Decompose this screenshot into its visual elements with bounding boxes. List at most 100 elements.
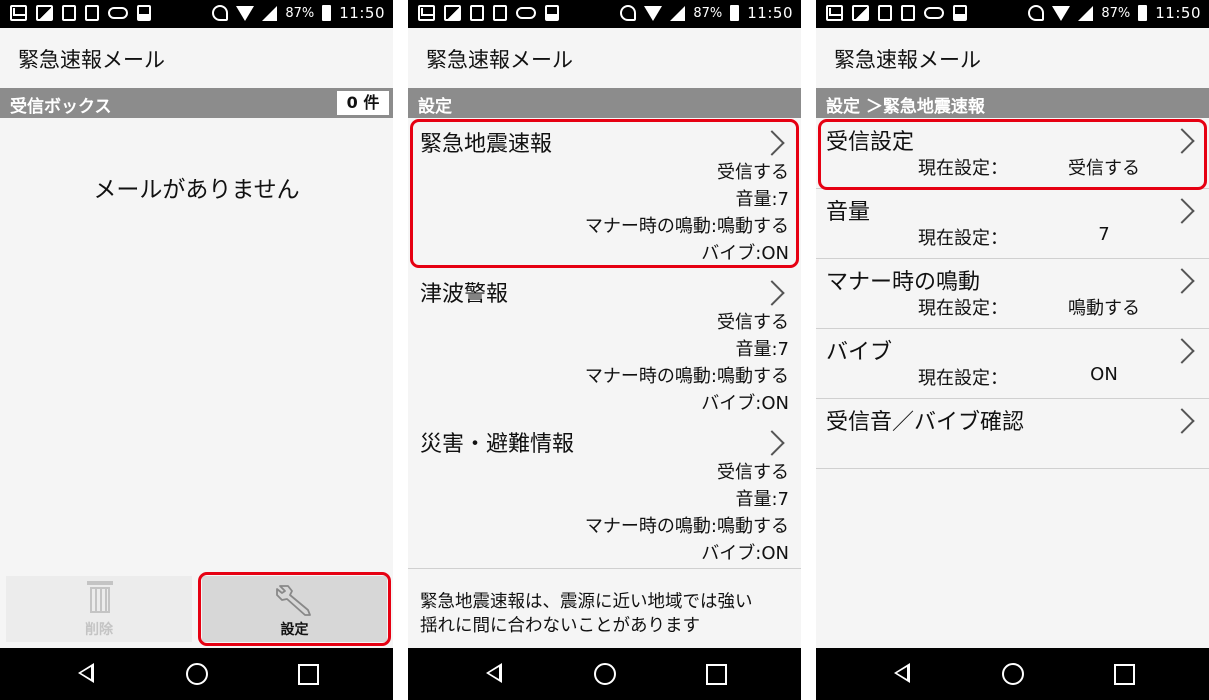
settings-header: 設定 [408, 88, 801, 118]
signal-icon [1078, 5, 1094, 21]
document-icon [470, 5, 484, 21]
receive-status: 受信する [717, 462, 789, 483]
nfc-icon [212, 5, 229, 21]
battery-percent: 87% [285, 5, 315, 21]
image-icon [36, 5, 53, 21]
setting-manner[interactable]: マナー時の鳴動 現在設定： 鳴動する [816, 258, 1209, 329]
volume-status: 音量:7 [735, 339, 789, 360]
document-icon [878, 5, 892, 21]
setting-title: マナー時の鳴動 [826, 270, 981, 295]
back-icon[interactable] [894, 663, 910, 683]
highlight-receive-setting [818, 119, 1207, 190]
screen-earthquake-settings: 87% 11:50 緊急速報メール 設定 ＞緊急地震速報 受信設定 現在設定： … [816, 0, 1209, 700]
breadcrumb-label: 設定 ＞緊急地震速報 [826, 97, 985, 117]
battery-icon [322, 5, 332, 21]
back-icon[interactable] [486, 663, 502, 683]
wifi-icon [1052, 5, 1071, 21]
volume-status: 音量:7 [735, 489, 789, 510]
voicemail-icon [108, 7, 128, 19]
delete-button-label: 削除 [85, 622, 113, 638]
home-icon[interactable] [594, 663, 616, 685]
download-icon [545, 5, 559, 21]
status-bar: 87% 11:50 [816, 0, 1209, 28]
highlight-settings-button [198, 572, 391, 646]
app-bar: 緊急速報メール [0, 28, 393, 88]
clock: 11:50 [339, 4, 385, 22]
chevron-right-icon [759, 280, 785, 306]
current-setting-label: 現在設定： [918, 298, 1008, 319]
setting-vibe[interactable]: バイブ 現在設定： ON [816, 328, 1209, 399]
voicemail-icon [516, 7, 536, 19]
status-bar: 87% 11:50 [408, 0, 801, 28]
clock: 11:50 [1155, 4, 1201, 22]
home-icon[interactable] [186, 663, 208, 685]
inbox-header-label: 受信ボックス [10, 97, 112, 117]
nfc-icon [1028, 5, 1045, 21]
current-setting-label: 現在設定： [918, 228, 1008, 249]
app-title: 緊急速報メール [426, 48, 573, 72]
app-bar: 緊急速報メール [816, 28, 1209, 88]
wifi-icon [236, 5, 255, 21]
empty-message: メールがありません [93, 177, 300, 203]
current-setting-label: 現在設定： [918, 368, 1008, 389]
voicemail-icon [924, 7, 944, 19]
app-title: 緊急速報メール [834, 48, 981, 72]
sim-icon [493, 5, 507, 21]
vibe-status: バイブ:ON [701, 543, 789, 564]
inbox-header: 受信ボックス 0 件 [0, 88, 393, 118]
setting-volume[interactable]: 音量 現在設定： 7 [816, 188, 1209, 259]
note-line-1: 緊急地震速報は、震源に近い地域では強い [420, 592, 753, 612]
download-icon [137, 5, 151, 21]
breadcrumb: 設定 ＞緊急地震速報 [816, 88, 1209, 118]
chevron-right-icon [1169, 268, 1195, 294]
setting-title: 受信音／バイブ確認 [826, 410, 1025, 435]
app-bar: 緊急速報メール [408, 28, 801, 88]
home-icon[interactable] [1002, 663, 1024, 685]
navigation-bar [0, 648, 393, 700]
setting-title: 音量 [826, 200, 871, 225]
wifi-icon [644, 5, 663, 21]
nfc-icon [620, 5, 637, 21]
signal-icon [670, 5, 686, 21]
image-icon [852, 5, 869, 21]
screen-inbox: 87% 11:50 緊急速報メール 受信ボックス 0 件 メールがありません 削… [0, 0, 393, 700]
gmail-icon [826, 5, 843, 21]
highlight-earthquake-item [410, 119, 799, 268]
recent-apps-icon[interactable] [1114, 664, 1135, 685]
earthquake-note: 緊急地震速報は、震源に近い地域では強い 揺れに間に合わないことがあります [420, 590, 795, 638]
receive-status: 受信する [717, 312, 789, 333]
gmail-icon [10, 5, 27, 21]
setting-item-disaster[interactable]: 災害・避難情報 受信する 音量:7 マナー時の鳴動:鳴動する バイブ:ON [408, 418, 801, 569]
current-setting-value: ON [1090, 364, 1118, 385]
trash-icon [87, 581, 113, 613]
battery-percent: 87% [1101, 5, 1131, 21]
settings-header-label: 設定 [418, 97, 452, 117]
clock: 11:50 [747, 4, 793, 22]
recent-apps-icon[interactable] [298, 664, 319, 685]
status-bar: 87% 11:50 [0, 0, 393, 28]
setting-item-tsunami[interactable]: 津波警報 受信する 音量:7 マナー時の鳴動:鳴動する バイブ:ON [408, 268, 801, 419]
manner-status: マナー時の鳴動:鳴動する [584, 516, 789, 537]
document-icon [62, 5, 76, 21]
battery-icon [730, 5, 740, 21]
current-setting-value: 鳴動する [1068, 298, 1140, 319]
setting-title: バイブ [826, 340, 893, 365]
recent-apps-icon[interactable] [706, 664, 727, 685]
current-setting-value: 7 [1098, 224, 1110, 245]
download-icon [953, 5, 967, 21]
navigation-bar [408, 648, 801, 700]
delete-button[interactable]: 削除 [6, 576, 192, 642]
battery-percent: 87% [693, 5, 723, 21]
note-line-2: 揺れに間に合わないことがあります [420, 616, 700, 636]
chevron-right-icon [1169, 338, 1195, 364]
battery-icon [1138, 5, 1148, 21]
sim-icon [85, 5, 99, 21]
setting-sound-check[interactable]: 受信音／バイブ確認 [816, 398, 1209, 469]
app-title: 緊急速報メール [18, 48, 165, 72]
setting-item-title: 災害・避難情報 [420, 432, 575, 457]
back-icon[interactable] [78, 663, 94, 683]
signal-icon [262, 5, 278, 21]
navigation-bar [816, 648, 1209, 700]
manner-status: マナー時の鳴動:鳴動する [584, 366, 789, 387]
message-count: 0 件 [337, 91, 389, 115]
